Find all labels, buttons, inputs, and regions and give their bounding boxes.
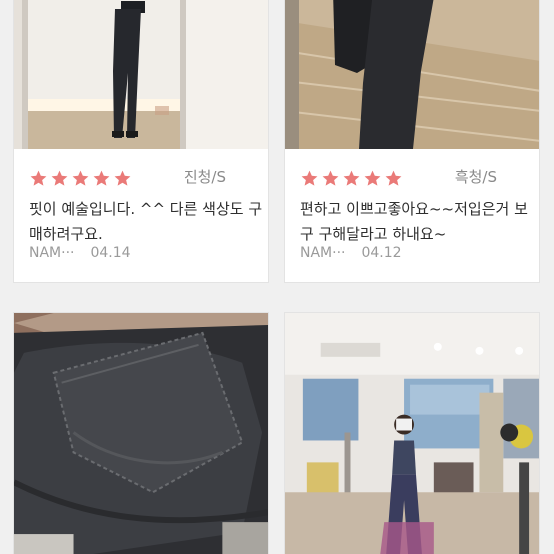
star-icon [385,170,402,186]
review-meta: NAM··· 04.14 [29,245,131,261]
product-option: 흑청/S [454,168,497,186]
reviewer-name: NAM··· [300,245,346,261]
star-icon [51,170,68,186]
review-card-3[interactable] [13,312,269,554]
star-icon [301,170,318,186]
star-icon [364,170,381,186]
jeans-pocket-photo[interactable] [14,313,268,554]
review-date: 04.14 [90,245,131,261]
review-meta: NAM··· 04.12 [300,245,402,261]
star-icon [322,170,339,186]
review-photo-1[interactable] [14,0,268,149]
review-card-4[interactable] [284,312,540,554]
star-icon [114,170,131,186]
gym-mirror-selfie-photo[interactable] [285,313,539,554]
review-card-2[interactable]: 흑청/S 편하고 이쁘고좋아요~~저입은거 보구 구해달라고 하내요~ NAM·… [284,0,540,283]
product-option: 진청/S [183,168,226,186]
star-icon [72,170,89,186]
star-icon [343,170,360,186]
reviewer-name: NAM··· [29,245,75,261]
rating-stars [300,169,403,188]
star-icon [30,170,47,186]
review-text: 핏이 예술입니다. ^^ 다른 색상도 구매하려구요. [29,200,263,243]
star-icon [93,170,110,186]
review-date: 04.12 [361,245,402,261]
review-photo-2[interactable] [285,0,539,149]
rating-stars [29,169,132,188]
review-text: 편하고 이쁘고좋아요~~저입은거 보구 구해달라고 하내요~ [300,200,528,243]
review-card-1[interactable]: 진청/S 핏이 예술입니다. ^^ 다른 색상도 구매하려구요. NAM··· 0… [13,0,269,283]
